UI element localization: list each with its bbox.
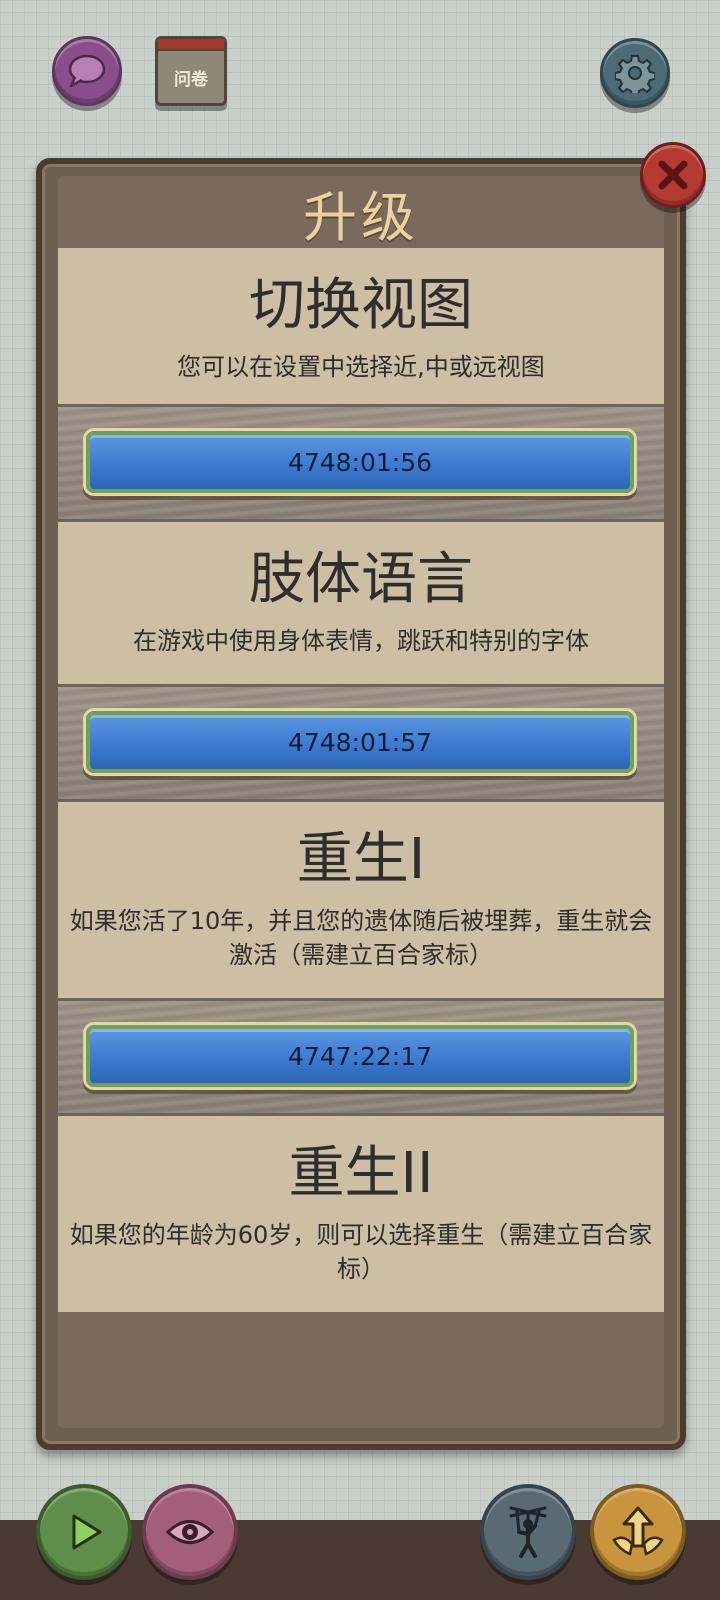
eye-icon bbox=[165, 1520, 215, 1544]
wood-strip: 4747:22:17 bbox=[58, 998, 664, 1116]
upgrade-button[interactable] bbox=[590, 1484, 686, 1580]
gear-icon bbox=[615, 55, 655, 93]
settings-button[interactable] bbox=[600, 38, 670, 108]
upgrade-title: 切换视图 bbox=[249, 273, 473, 338]
upgrade-description: 如果您活了10年，并且您的遗体随后被埋葬，重生就会激活（需建立百合家标） bbox=[69, 907, 653, 969]
wood-strip: 4748:01:56 bbox=[58, 404, 664, 522]
upgrade-timer-button[interactable]: 4747:22:17 bbox=[86, 1025, 634, 1087]
upgrade-description: 在游戏中使用身体表情，跳跃和特别的字体 bbox=[133, 627, 589, 655]
chat-icon bbox=[68, 54, 106, 88]
survey-label: 问卷 bbox=[174, 69, 208, 90]
upgrade-list[interactable]: 升级 切换视图 您可以在设置中选择近,中或远视图 4748:01:56 肢体语言… bbox=[58, 176, 664, 1428]
survey-icon bbox=[158, 39, 224, 51]
upgrade-card: 肢体语言 在游戏中使用身体表情，跳跃和特别的字体 bbox=[58, 522, 664, 684]
chat-button[interactable] bbox=[52, 36, 122, 106]
upgrade-description: 如果您的年龄为60岁，则可以选择重生（需建立百合家标） bbox=[69, 1221, 653, 1283]
play-button[interactable] bbox=[36, 1484, 132, 1580]
upgrade-card: 重生I 如果您活了10年，并且您的遗体随后被埋葬，重生就会激活（需建立百合家标） bbox=[58, 802, 664, 998]
close-button[interactable] bbox=[640, 142, 706, 208]
upgrade-timer-button[interactable]: 4748:01:56 bbox=[86, 431, 634, 493]
upgrade-panel: 升级 切换视图 您可以在设置中选择近,中或远视图 4748:01:56 肢体语言… bbox=[36, 158, 686, 1450]
upgrade-timer-button[interactable]: 4748:01:57 bbox=[86, 711, 634, 773]
upgrade-card: 重生II 如果您的年龄为60岁，则可以选择重生（需建立百合家标） bbox=[58, 1116, 664, 1312]
close-icon bbox=[658, 160, 688, 190]
puppet-button[interactable] bbox=[480, 1484, 576, 1580]
upgrade-title: 重生II bbox=[288, 1141, 434, 1206]
wood-strip: 4748:01:57 bbox=[58, 684, 664, 802]
play-icon bbox=[72, 1514, 102, 1550]
upgrade-card: 切换视图 您可以在设置中选择近,中或远视图 bbox=[58, 248, 664, 404]
survey-button[interactable]: 问卷 bbox=[155, 36, 227, 106]
panel-title: 升级 bbox=[303, 185, 419, 249]
upgrade-arrow-icon bbox=[612, 1506, 664, 1556]
upgrade-title: 肢体语言 bbox=[249, 547, 473, 612]
upgrade-description: 您可以在设置中选择近,中或远视图 bbox=[177, 353, 545, 381]
puppet-icon bbox=[509, 1506, 547, 1558]
view-button[interactable] bbox=[142, 1484, 238, 1580]
upgrade-title: 重生I bbox=[296, 827, 426, 892]
